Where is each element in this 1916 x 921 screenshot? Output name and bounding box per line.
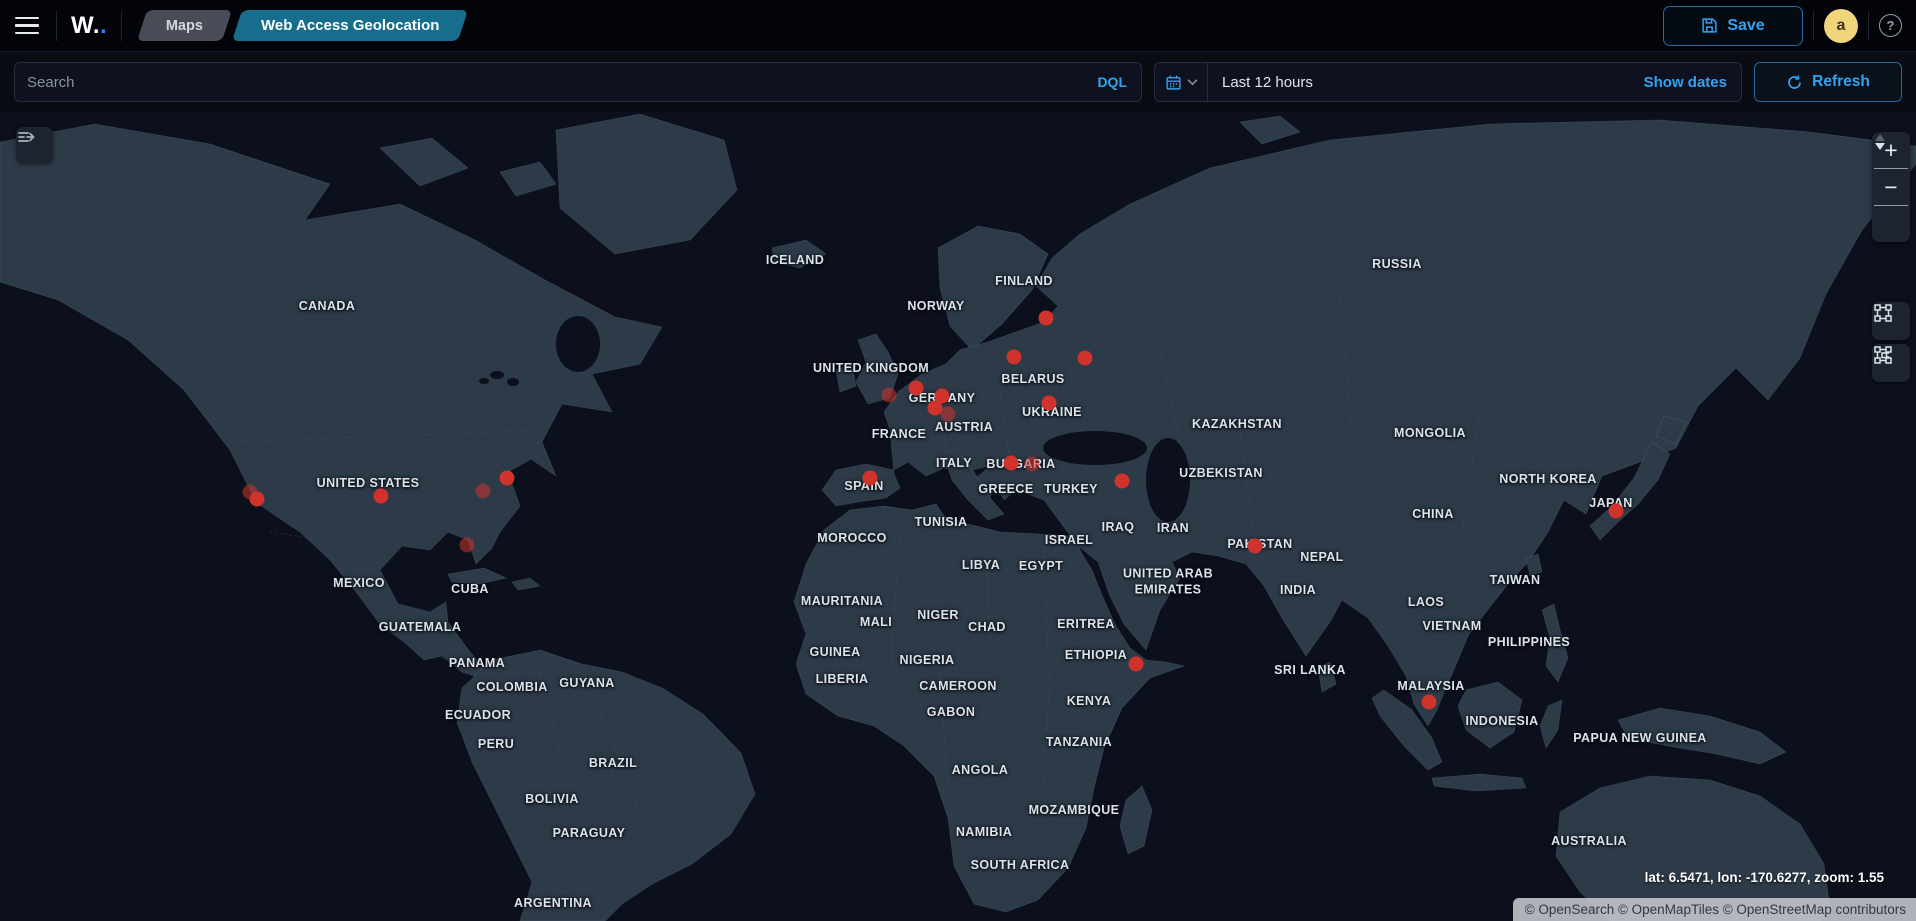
user-avatar[interactable]: a: [1824, 9, 1858, 43]
vector-edit-icon: [1872, 344, 1894, 366]
help-icon[interactable]: ?: [1879, 14, 1902, 37]
geo-event-marker[interactable]: [1025, 457, 1040, 472]
map-canvas[interactable]: ICELANDCANADANORWAYFINLANDRUSSIAUNITED K…: [0, 112, 1916, 921]
geo-event-marker[interactable]: [374, 489, 389, 504]
breadcrumb-label: Web Access Geolocation: [261, 17, 439, 34]
nav-divider: [121, 11, 122, 41]
top-nav-bar: W.. Maps Web Access Geolocation Save a ?: [0, 0, 1916, 52]
geo-event-marker[interactable]: [500, 471, 515, 486]
geo-event-marker[interactable]: [250, 492, 265, 507]
caspian-sea: [1146, 438, 1190, 522]
breadcrumb-label: Maps: [166, 18, 203, 34]
nav-divider: [1868, 11, 1869, 41]
menu-hamburger-icon[interactable]: [8, 7, 46, 45]
date-picker: Last 12 hours Show dates: [1154, 62, 1742, 102]
draw-rectangle-filter-button[interactable]: [1872, 302, 1910, 340]
geo-event-marker[interactable]: [1422, 695, 1437, 710]
save-floppy-icon: [1701, 17, 1718, 34]
geo-event-marker[interactable]: [1248, 539, 1263, 554]
refresh-icon: [1786, 74, 1803, 91]
geo-event-marker[interactable]: [1609, 504, 1624, 519]
breadcrumb-tab-maps[interactable]: Maps: [137, 10, 232, 41]
chevron-down-icon: [1187, 78, 1198, 86]
nav-divider: [56, 11, 57, 41]
search-box: DQL: [14, 62, 1142, 102]
geo-event-marker[interactable]: [460, 538, 475, 553]
compass-reset-button[interactable]: [1872, 206, 1910, 242]
map-attribution: © OpenSearch © OpenMapTiles © OpenStreet…: [1513, 898, 1916, 921]
geo-event-marker[interactable]: [1039, 311, 1054, 326]
legend-toggle-button[interactable]: [16, 127, 53, 163]
zoom-controls: + −: [1872, 132, 1910, 242]
refresh-label: Refresh: [1812, 73, 1870, 91]
calendar-button[interactable]: [1155, 63, 1207, 101]
vector-square-icon: [1872, 302, 1894, 324]
world-map-base: [0, 112, 1916, 921]
geo-event-marker[interactable]: [476, 484, 491, 499]
search-input[interactable]: [27, 74, 1095, 91]
refresh-button[interactable]: Refresh: [1754, 62, 1902, 102]
breadcrumb-tab-web-access-geolocation[interactable]: Web Access Geolocation: [232, 10, 468, 41]
avatar-initial: a: [1837, 17, 1846, 35]
draw-polygon-filter-button[interactable]: [1872, 344, 1910, 382]
coords-readout: lat: 6.5471, lon: -170.6277, zoom: 1.55: [1645, 870, 1884, 885]
geo-event-marker[interactable]: [1129, 657, 1144, 672]
geo-event-marker[interactable]: [1007, 350, 1022, 365]
query-language-button[interactable]: DQL: [1095, 74, 1129, 90]
compass-icon: [1872, 132, 1888, 152]
query-bar: DQL Last 12 hours Show dates Refresh: [0, 52, 1916, 112]
save-label: Save: [1727, 17, 1764, 35]
geo-event-marker[interactable]: [882, 387, 897, 402]
geo-event-marker[interactable]: [1004, 456, 1019, 471]
expand-legend-icon: [16, 127, 36, 147]
geo-event-marker[interactable]: [863, 471, 878, 486]
geo-event-marker[interactable]: [1078, 351, 1093, 366]
app-logo[interactable]: W..: [67, 12, 111, 40]
calendar-icon: [1165, 74, 1182, 91]
geo-event-marker[interactable]: [1042, 396, 1057, 411]
geo-event-marker[interactable]: [941, 407, 956, 422]
black-sea: [1043, 431, 1147, 465]
show-dates-button[interactable]: Show dates: [1630, 74, 1741, 91]
logo-text: W.: [71, 12, 100, 39]
save-button[interactable]: Save: [1663, 6, 1803, 46]
nav-divider: [1813, 11, 1814, 41]
time-range-value[interactable]: Last 12 hours: [1208, 74, 1630, 91]
zoom-out-button[interactable]: −: [1872, 169, 1910, 205]
geo-event-marker[interactable]: [909, 381, 924, 396]
geo-event-marker[interactable]: [1115, 474, 1130, 489]
